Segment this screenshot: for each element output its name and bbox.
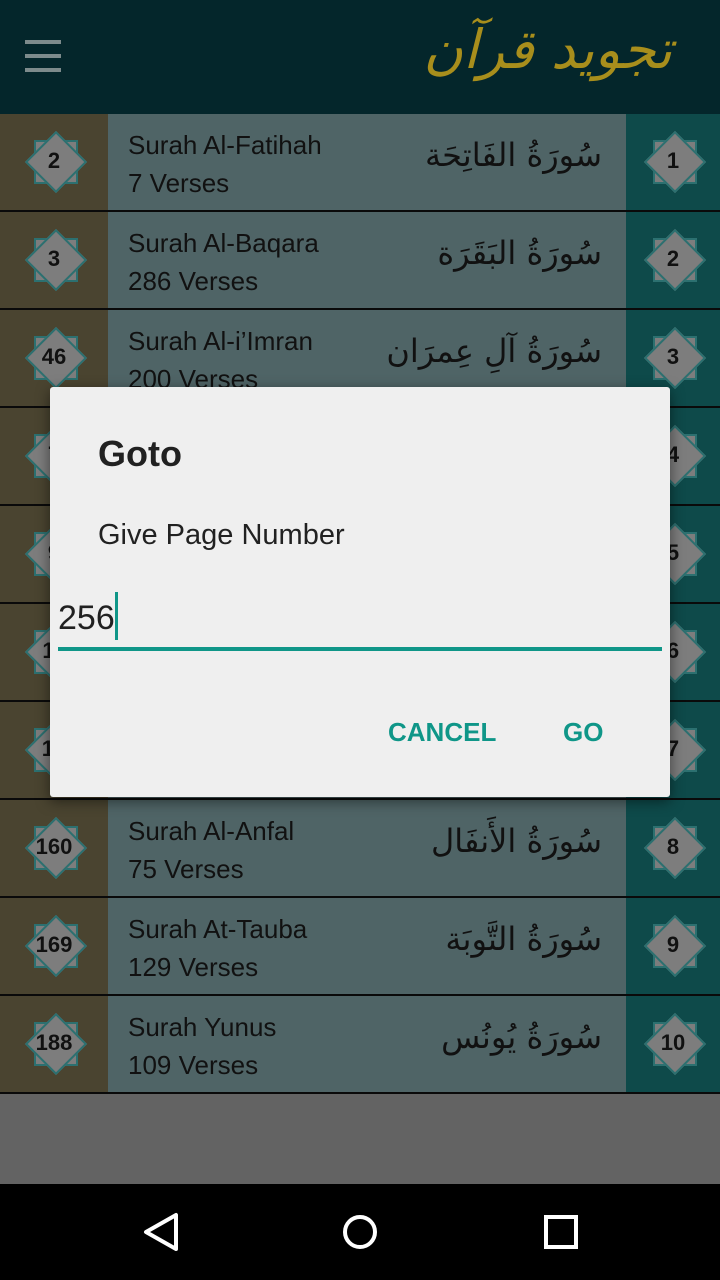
page-cell: 2 [0,114,108,210]
page-number: 2 [47,148,61,174]
surah-number: 3 [666,344,680,370]
goto-dialog: Goto Give Page Number 256 CANCEL GO [50,387,670,797]
text-caret [114,592,118,641]
surah-arabic-name: سُورَةُ الفَاتِحَة [424,136,602,174]
number-cell: 2 [626,212,720,308]
star-badge-icon: 10 [645,1014,701,1070]
star-badge-icon: 9 [645,916,701,972]
surah-name: Surah At-Tauba [128,914,308,944]
surah-name: Surah Al-i’Imran [128,326,313,356]
surah-number: 10 [660,1030,686,1056]
verse-count: 286 Verses [128,266,259,296]
star-badge-icon: 169 [26,916,82,972]
surah-arabic-name: سُورَةُ يُونُس [441,1018,602,1056]
page-number: 3 [47,246,61,272]
page-cell: 3 [0,212,108,308]
surah-arabic-name: سُورَةُ آلِ عِمرَان [386,332,602,370]
surah-number: 1 [666,148,680,174]
page-number-input[interactable]: 256 [58,592,662,651]
surah-info: Surah Al-Baqara 286 Verses سُورَةُ البَقَر… [108,212,626,308]
surah-name: Surah Yunus [128,1012,277,1042]
surah-info: Surah Yunus 109 Verses سُورَةُ يُونُس [108,996,626,1092]
surah-name: Surah Al-Anfal [128,816,295,846]
app-header: تجوید قرآن [0,0,720,114]
number-cell: 8 [626,800,720,896]
verse-count: 129 Verses [128,952,259,982]
surah-row[interactable]: 3 Surah Al-Baqara 286 Verses سُورَةُ البَقَ… [0,212,720,310]
star-badge-icon: 2 [645,230,701,286]
page-number: 46 [41,344,67,370]
page-number: 169 [35,932,73,958]
surah-row[interactable]: 160 Surah Al-Anfal 75 Verses سُورَةُ الأَنف… [0,800,720,898]
star-badge-icon: 3 [26,230,82,286]
verse-count: 7 Verses [128,168,230,198]
number-cell: 1 [626,114,720,210]
go-button[interactable]: GO [563,717,603,748]
surah-arabic-name: سُورَةُ التَّوبَة [445,920,602,958]
back-icon[interactable] [142,1212,180,1252]
hamburger-icon[interactable] [25,40,61,74]
page-number: 160 [35,834,73,860]
star-badge-icon: 8 [645,818,701,874]
dialog-message: Give Page Number [98,519,345,551]
system-nav-bar [0,1184,720,1280]
page-number: 188 [35,1030,73,1056]
star-badge-icon: 46 [26,328,82,384]
input-value: 256 [58,599,115,637]
cancel-button[interactable]: CANCEL [388,717,496,748]
surah-row[interactable]: 188 Surah Yunus 109 Verses سُورَةُ يُونُس 10 [0,996,720,1094]
surah-row[interactable]: 169 Surah At-Tauba 129 Verses سُورَةُ التَّ… [0,898,720,996]
dialog-title: Goto [98,433,182,474]
surah-info: Surah At-Tauba 129 Verses سُورَةُ التَّوبَ… [108,898,626,994]
surah-info: Surah Al-Anfal 75 Verses سُورَةُ الأَنفَال [108,800,626,896]
surah-arabic-name: سُورَةُ الأَنفَال [431,822,602,860]
surah-name: Surah Al-Fatihah [128,130,322,160]
star-badge-icon: 1 [645,132,701,188]
surah-number: 9 [666,932,680,958]
surah-info: Surah Al-Fatihah 7 Verses سُورَةُ الفَاتِح… [108,114,626,210]
star-badge-icon: 160 [26,818,82,874]
verse-count: 75 Verses [128,854,244,884]
star-badge-icon: 2 [26,132,82,188]
verse-count: 109 Verses [128,1050,259,1080]
surah-number: 8 [666,834,680,860]
star-badge-icon: 188 [26,1014,82,1070]
surah-arabic-name: سُورَةُ البَقَرَة [437,234,602,272]
home-icon[interactable] [341,1212,379,1252]
recents-icon[interactable] [542,1212,580,1252]
page-cell: 188 [0,996,108,1092]
star-badge-icon: 3 [645,328,701,384]
page-cell: 160 [0,800,108,896]
page-cell: 169 [0,898,108,994]
surah-row[interactable]: 2 Surah Al-Fatihah 7 Verses سُورَةُ الفَاتِ… [0,114,720,212]
surah-name: Surah Al-Baqara [128,228,319,258]
surah-number: 2 [666,246,680,272]
app-logo: تجوید قرآن [423,18,672,81]
number-cell: 10 [626,996,720,1092]
number-cell: 9 [626,898,720,994]
